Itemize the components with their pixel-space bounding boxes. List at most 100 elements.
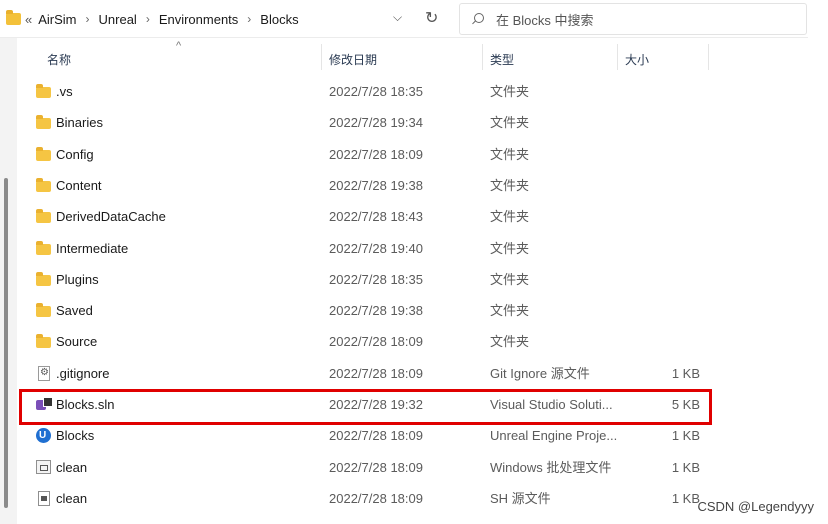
file-row[interactable]: DerivedDataCache 2022/7/28 18:43 文件夹 <box>0 201 808 232</box>
chevron-right-icon[interactable]: › <box>247 12 251 26</box>
file-name[interactable]: Saved <box>56 295 93 326</box>
file-row[interactable]: clean 2022/7/28 18:09 Windows 批处理文件 1 KB <box>0 452 808 483</box>
file-size <box>620 233 700 264</box>
file-date: 2022/7/28 19:38 <box>329 177 423 193</box>
file-type: 文件夹 <box>490 271 530 287</box>
file-type: 文件夹 <box>490 84 530 99</box>
breadcrumb-overflow-button[interactable]: « <box>25 12 32 27</box>
file-row[interactable]: Plugins 2022/7/28 18:35 文件夹 <box>0 264 808 295</box>
file-date: 2022/7/28 19:34 <box>329 115 423 131</box>
folder-icon <box>36 271 51 286</box>
folder-icon <box>36 334 51 349</box>
breadcrumb-environments[interactable]: Environments <box>159 12 238 27</box>
folder-icon <box>36 240 51 255</box>
file-type: 文件夹 <box>490 115 530 131</box>
highlight-box <box>19 389 712 425</box>
column-divider[interactable] <box>617 44 618 70</box>
file-date: 2022/7/28 18:09 <box>329 490 423 506</box>
chevron-right-icon[interactable]: › <box>146 12 150 26</box>
file-size <box>620 170 700 201</box>
column-header-type[interactable]: 类型 <box>490 44 514 74</box>
file-size <box>620 295 700 326</box>
file-row[interactable]: .vs 2022/7/28 18:35 文件夹 <box>0 76 808 107</box>
address-toolbar: « AirSim › Unreal › Environments › Block… <box>0 0 828 38</box>
breadcrumb-airsim[interactable]: AirSim <box>38 12 76 27</box>
file-name[interactable]: Intermediate <box>56 233 128 264</box>
chevron-right-icon[interactable]: › <box>86 12 90 26</box>
file-date: 2022/7/28 18:09 <box>329 146 423 162</box>
file-date: 2022/7/28 19:38 <box>329 303 423 319</box>
watermark: CSDN @Legendyyy <box>697 499 814 514</box>
file-name[interactable]: Content <box>56 170 102 201</box>
file-size: 1 KB <box>671 459 700 475</box>
file-name[interactable]: Binaries <box>56 107 103 138</box>
file-size <box>620 139 700 170</box>
file-name[interactable]: Source <box>56 326 97 357</box>
file-type: 文件夹 <box>490 240 530 256</box>
folder-icon <box>36 146 51 161</box>
file-row[interactable]: clean 2022/7/28 18:09 SH 源文件 1 KB <box>0 483 808 514</box>
file-type: 文件夹 <box>490 209 530 225</box>
breadcrumb: « AirSim › Unreal › Environments › Block… <box>25 12 299 27</box>
column-header-size[interactable]: 大小 <box>625 44 649 74</box>
file-name[interactable]: Config <box>56 139 94 170</box>
file-size: 1 KB <box>671 365 700 381</box>
file-size <box>620 76 700 107</box>
file-type: Windows 批处理文件 <box>490 459 612 475</box>
address-bar[interactable]: « AirSim › Unreal › Environments › Block… <box>0 2 450 36</box>
file-row[interactable]: Source 2022/7/28 18:09 文件夹 <box>0 326 808 357</box>
file-row[interactable]: .gitignore 2022/7/28 18:09 Git Ignore 源文… <box>0 358 808 389</box>
sort-ascending-icon: ^ <box>176 40 182 52</box>
file-row[interactable]: Config 2022/7/28 18:09 文件夹 <box>0 139 808 170</box>
file-row[interactable]: Content 2022/7/28 19:38 文件夹 <box>0 170 808 201</box>
file-size <box>620 107 700 138</box>
file-size: 1 KB <box>671 490 700 506</box>
file-size <box>620 264 700 295</box>
file-date: 2022/7/28 18:09 <box>329 365 423 381</box>
batch-file-icon <box>36 459 51 474</box>
file-row[interactable]: Intermediate 2022/7/28 19:40 文件夹 <box>0 233 808 264</box>
toolbar-divider <box>0 37 808 38</box>
file-type: 文件夹 <box>490 303 530 319</box>
column-header-date[interactable]: 修改日期 <box>329 44 377 74</box>
search-placeholder[interactable]: 在 Blocks 中搜索 <box>496 10 594 29</box>
unreal-engine-icon <box>36 428 51 444</box>
gitignore-file-icon <box>38 365 50 381</box>
column-divider[interactable] <box>482 44 483 70</box>
breadcrumb-unreal[interactable]: Unreal <box>99 12 137 27</box>
search-box[interactable]: 在 Blocks 中搜索 <box>459 3 807 35</box>
file-date: 2022/7/28 18:35 <box>329 271 423 287</box>
file-date: 2022/7/28 18:09 <box>329 459 423 475</box>
file-row[interactable]: Binaries 2022/7/28 19:34 文件夹 <box>0 107 808 138</box>
column-header-name[interactable]: 名称 <box>47 44 71 74</box>
file-type: SH 源文件 <box>490 490 551 506</box>
folder-icon <box>36 177 51 192</box>
folder-icon <box>36 209 51 224</box>
file-type: Git Ignore 源文件 <box>490 365 590 381</box>
file-name[interactable]: clean <box>56 452 87 483</box>
file-date: 2022/7/28 18:09 <box>329 334 423 350</box>
file-date: 2022/7/28 18:35 <box>329 84 423 99</box>
file-name[interactable]: .gitignore <box>56 358 109 389</box>
file-name[interactable]: clean <box>56 483 87 514</box>
file-type: 文件夹 <box>490 177 530 193</box>
folder-icon <box>36 115 51 130</box>
file-name[interactable]: Plugins <box>56 264 99 295</box>
file-type: 文件夹 <box>490 334 530 350</box>
column-divider[interactable] <box>321 44 322 70</box>
refresh-icon[interactable]: ↻ <box>425 8 438 28</box>
column-divider[interactable] <box>708 44 709 70</box>
folder-icon <box>36 303 51 318</box>
breadcrumb-blocks[interactable]: Blocks <box>260 12 298 27</box>
file-row[interactable]: Saved 2022/7/28 19:38 文件夹 <box>0 295 808 326</box>
file-size <box>620 201 700 232</box>
folder-icon <box>36 84 51 98</box>
file-size <box>620 326 700 357</box>
file-name[interactable]: DerivedDataCache <box>56 201 166 232</box>
file-date: 2022/7/28 19:40 <box>329 240 423 256</box>
file-type: 文件夹 <box>490 146 530 162</box>
sh-file-icon <box>38 490 50 506</box>
file-name[interactable]: .vs <box>56 76 73 107</box>
chevron-down-icon[interactable]: ⌵ <box>393 10 402 25</box>
folder-icon <box>6 10 21 25</box>
